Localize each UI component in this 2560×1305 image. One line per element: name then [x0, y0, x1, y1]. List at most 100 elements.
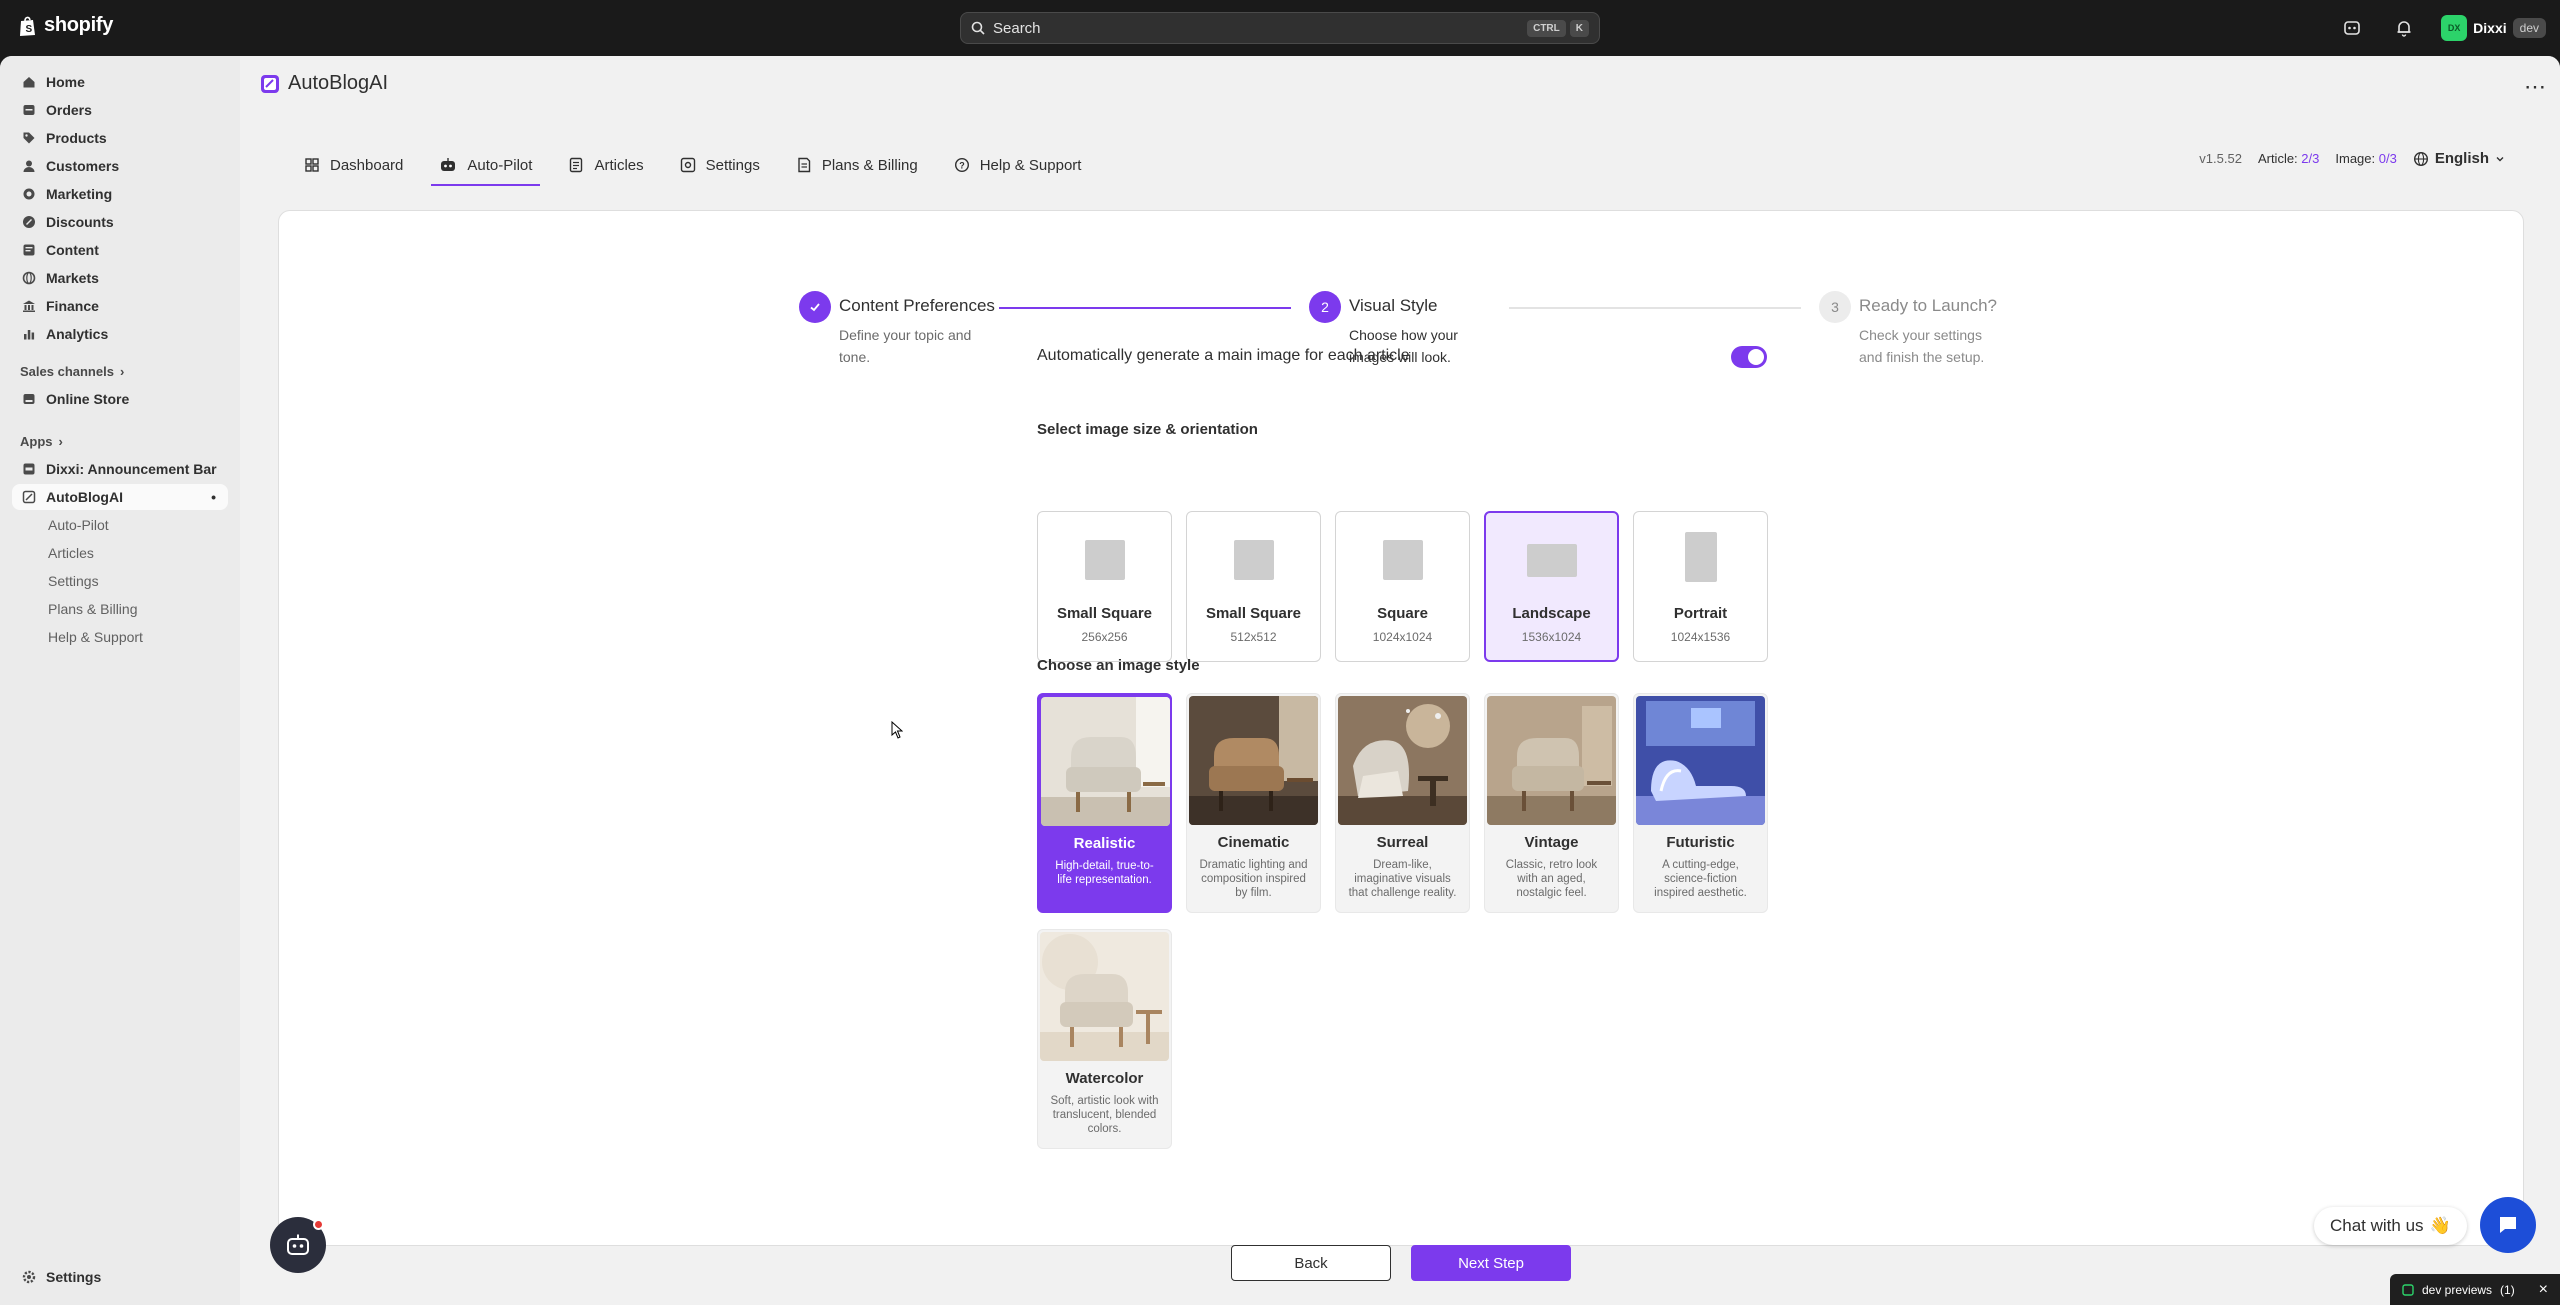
- sidebar-subitem-settings[interactable]: Settings: [12, 568, 228, 594]
- sidebar-item-content[interactable]: Content: [12, 237, 228, 263]
- sidebar-item-marketing[interactable]: Marketing: [12, 181, 228, 207]
- close-icon[interactable]: ×: [2539, 1281, 2548, 1299]
- size-option-small-square-256[interactable]: Small Square 256x256: [1037, 511, 1172, 662]
- style-option-futuristic[interactable]: Futuristic A cutting-edge, science-ficti…: [1633, 693, 1768, 913]
- size-heading: Select image size & orientation: [1037, 421, 1258, 438]
- step-title: Content Preferences: [839, 296, 995, 315]
- tab-label: Dashboard: [330, 156, 404, 174]
- sidebar-item-discounts[interactable]: Discounts: [12, 209, 228, 235]
- dev-previews-bar[interactable]: dev previews (1) ×: [2390, 1274, 2560, 1305]
- style-desc: A cutting-edge, science-fiction inspired…: [1654, 859, 1747, 899]
- sidebar-item-autoblogai[interactable]: AutoBlogAI •: [12, 484, 228, 510]
- size-option-portrait[interactable]: Portrait 1024x1536: [1633, 511, 1768, 662]
- wave-emoji-icon: 👋: [2429, 1216, 2451, 1235]
- sidebar-subitem-plans-billing[interactable]: Plans & Billing: [12, 596, 228, 622]
- stepper-line-pending: [1509, 307, 1801, 309]
- next-step-button[interactable]: Next Step: [1411, 1245, 1571, 1281]
- sidekick-icon[interactable]: [2337, 13, 2367, 43]
- sales-channels-label: Sales channels: [20, 364, 114, 379]
- sidebar-subitem-help-support[interactable]: Help & Support: [12, 624, 228, 650]
- tab-articles[interactable]: Articles: [554, 144, 665, 186]
- auto-image-toggle[interactable]: [1731, 346, 1767, 368]
- language-label: English: [2434, 150, 2489, 167]
- sales-channels-header[interactable]: Sales channels ›: [20, 364, 124, 379]
- size-dims: 1024x1024: [1372, 630, 1433, 644]
- style-name: Realistic: [1073, 835, 1136, 852]
- sidebar-subitem-auto-pilot[interactable]: Auto-Pilot: [12, 512, 228, 538]
- step-title: Visual Style: [1349, 296, 1438, 315]
- dev-previews-label: dev previews: [2422, 1282, 2493, 1297]
- sidebar-item-online-store[interactable]: Online Store: [12, 386, 228, 412]
- step-visual-style[interactable]: 2 Visual Style Choose how your images wi…: [1309, 291, 1458, 365]
- chat-launcher-button[interactable]: [2480, 1197, 2536, 1253]
- step-number: 2: [1309, 291, 1341, 323]
- chart-icon: [24, 330, 35, 340]
- back-button[interactable]: Back: [1231, 1245, 1391, 1281]
- articles-icon: [570, 157, 583, 173]
- search-shortcut: CTRL K: [1527, 19, 1589, 37]
- style-desc: High-detail, true-to-life representation…: [1055, 860, 1154, 886]
- vintage-chair-image: [1487, 696, 1616, 825]
- apps-header[interactable]: Apps ›: [20, 434, 63, 449]
- robot-icon: [287, 1234, 309, 1255]
- size-name: Small Square: [1056, 605, 1153, 622]
- sidebar-item-orders[interactable]: Orders: [12, 97, 228, 123]
- search-bar[interactable]: Search CTRL K: [960, 12, 1600, 44]
- chat-with-us-bubble[interactable]: Chat with us 👋: [2314, 1207, 2467, 1245]
- brand-name: shopify: [44, 14, 114, 36]
- settings-icon: [680, 157, 695, 173]
- step-ready-to-launch[interactable]: 3 Ready to Launch? Check your settings a…: [1819, 291, 1997, 365]
- top-right-controls: DX Dixxi dev: [2337, 13, 2546, 43]
- style-desc: Dream-like, imaginative visuals that cha…: [1348, 859, 1457, 899]
- tab-dashboard[interactable]: Dashboard: [290, 144, 425, 186]
- chat-icon: [2500, 1217, 2516, 1233]
- style-option-vintage[interactable]: Vintage Classic, retro look with an aged…: [1484, 693, 1619, 913]
- sidebar-subitem-articles[interactable]: Articles: [12, 540, 228, 566]
- notifications-bell-icon[interactable]: [2389, 13, 2419, 43]
- stepper-line-complete: [999, 307, 1291, 309]
- store-name: Dixxi: [2473, 20, 2507, 36]
- sidebar-item-home[interactable]: Home: [12, 69, 228, 95]
- more-icon[interactable]: •: [211, 489, 216, 505]
- size-dims: 256x256: [1081, 630, 1128, 644]
- tab-label: Settings: [705, 156, 760, 174]
- style-option-surreal[interactable]: Surreal Dream-like, imaginative visuals …: [1335, 693, 1470, 913]
- sidebar-item-finance[interactable]: Finance: [12, 293, 228, 319]
- sidebar-item-customers[interactable]: Customers: [12, 153, 228, 179]
- article-usage-label: Article:: [2257, 151, 2298, 166]
- article-usage: Article: 2/3: [2258, 151, 2319, 166]
- tab-settings[interactable]: Settings: [666, 144, 782, 186]
- assistant-bot-button[interactable]: [270, 1217, 326, 1273]
- globe-icon: [22, 271, 36, 285]
- style-option-realistic[interactable]: Realistic High-detail, true-to-life repr…: [1037, 693, 1172, 913]
- size-option-small-square-512[interactable]: Small Square 512x512: [1186, 511, 1321, 662]
- tag-icon: [23, 132, 35, 144]
- sidebar-item-settings[interactable]: Settings: [12, 1264, 228, 1290]
- globe-icon: [2413, 151, 2428, 166]
- futuristic-chair-image: [1636, 696, 1765, 825]
- shopify-logo[interactable]: S shopify: [18, 14, 113, 37]
- size-option-square[interactable]: Square 1024x1024: [1335, 511, 1470, 662]
- sidebar-item-markets[interactable]: Markets: [12, 265, 228, 291]
- chevron-right-icon: ›: [119, 364, 125, 379]
- person-icon: [23, 160, 35, 172]
- size-name: Square: [1377, 605, 1428, 622]
- style-desc: Soft, artistic look with translucent, bl…: [1050, 1095, 1159, 1135]
- tab-help-support[interactable]: ? Help & Support: [940, 144, 1104, 186]
- landscape-shape-icon: [1526, 544, 1577, 577]
- sidebar-item-analytics[interactable]: Analytics: [12, 321, 228, 347]
- size-option-landscape[interactable]: Landscape 1536x1024: [1484, 511, 1619, 662]
- language-selector[interactable]: English: [2413, 150, 2505, 167]
- style-option-cinematic[interactable]: Cinematic Dramatic lighting and composit…: [1186, 693, 1321, 913]
- auto-image-label: Automatically generate a main image for …: [1037, 347, 1410, 364]
- store-account-button[interactable]: DX Dixxi dev: [2441, 15, 2546, 41]
- style-option-watercolor[interactable]: Watercolor Soft, artistic look with tran…: [1037, 929, 1172, 1149]
- tab-plans-billing[interactable]: Plans & Billing: [782, 144, 940, 186]
- app-more-menu-icon[interactable]: ⋯: [2524, 74, 2546, 100]
- tab-auto-pilot[interactable]: Auto-Pilot: [425, 144, 554, 186]
- image-usage-value: 0/3: [2378, 151, 2397, 166]
- sidebar-item-dixxi-announcement-bar[interactable]: Dixxi: Announcement Bar: [12, 456, 228, 482]
- style-desc: Dramatic lighting and composition inspir…: [1199, 859, 1308, 899]
- sidebar-item-products[interactable]: Products: [12, 125, 228, 151]
- step-content-preferences[interactable]: Content Preferences Define your topic an…: [799, 291, 995, 365]
